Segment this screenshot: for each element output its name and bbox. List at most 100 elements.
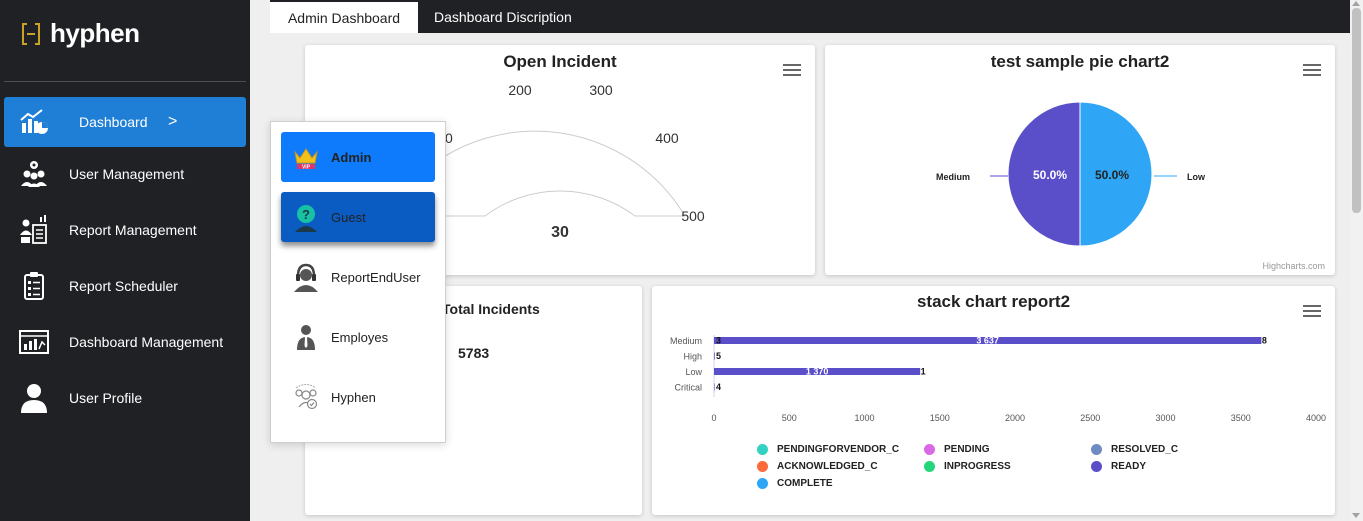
legend-item[interactable]: PENDINGFORVENDOR_C — [757, 444, 899, 455]
sidebar-item-label: User Profile — [69, 390, 143, 406]
dashboard-chart-icon — [20, 109, 48, 134]
x-tick-label: 1500 — [930, 413, 950, 423]
sidebar-item-label: Report Management — [69, 222, 197, 238]
crown-vip-icon: VIP — [294, 148, 318, 171]
legend-label: RESOLVED_C — [1111, 444, 1179, 455]
legend-item[interactable]: COMPLETE — [757, 478, 833, 489]
sidebar-item-label: Dashboard — [79, 114, 148, 130]
report-management-icon — [20, 215, 47, 244]
gauge-tick-label: 400 — [655, 130, 679, 146]
legend-marker — [757, 478, 768, 489]
sidebar-divider — [4, 81, 246, 82]
pie-chart: 50.0% 50.0% Medium Low Highcharts.com — [936, 101, 1325, 271]
sidebar-item-report-scheduler[interactable]: Report Scheduler — [4, 261, 246, 311]
hyphen-users-icon — [295, 384, 318, 410]
gauge-tick-label: 500 — [681, 208, 705, 224]
y-tick-label: High — [683, 352, 702, 362]
legend-marker — [924, 461, 935, 472]
stack-chart-card: stack chart report2 Medium 3 3 637 8 High 5 Lo… — [652, 286, 1335, 515]
x-tick-label: 500 — [782, 413, 797, 423]
pie-slice-name: Medium — [936, 172, 970, 182]
role-menu-item-admin[interactable]: VIP Admin — [281, 132, 435, 182]
legend-item[interactable]: RESOLVED_C — [1091, 444, 1178, 455]
x-tick-label: 3500 — [1231, 413, 1251, 423]
svg-text:?: ? — [302, 207, 310, 222]
legend-label: PENDINGFORVENDOR_C — [777, 444, 900, 455]
x-tick-label: 2500 — [1080, 413, 1100, 423]
gauge-value-label: 30 — [551, 224, 569, 241]
bar-segment — [714, 383, 715, 391]
legend-marker — [924, 444, 935, 455]
hyphen-logo-mark-icon — [22, 22, 40, 45]
clipboard-schedule-icon — [24, 272, 44, 300]
highcharts-credit[interactable]: Highcharts.com — [1262, 261, 1325, 271]
role-menu-label: Guest — [331, 209, 366, 225]
sidebar-item-label: User Management — [69, 166, 185, 182]
y-tick-label: Low — [685, 367, 702, 377]
role-menu-item-guest[interactable]: ? Guest — [281, 192, 435, 242]
bar-data-label: 4 — [716, 382, 721, 392]
sidebar-item-report-management[interactable]: Report Management — [4, 205, 246, 255]
y-tick-label: Medium — [670, 336, 702, 346]
y-tick-label: Critical — [674, 383, 702, 393]
chevron-right-icon: > — [168, 113, 178, 130]
sidebar: hyphen Dashboard > User Management Repor… — [0, 0, 250, 521]
legend-item[interactable]: READY — [1091, 461, 1146, 472]
x-tick-label: 2000 — [1005, 413, 1025, 423]
legend-item[interactable]: ACKNOWLEDGED_C — [757, 461, 878, 472]
x-tick-label: 1000 — [854, 413, 874, 423]
stacked-bar-chart: Medium 3 3 637 8 High 5 Low 1 370 1 Critical 4 0 500… — [670, 335, 1326, 423]
legend-label: PENDING — [944, 444, 990, 455]
tab-bar: Admin Dashboard Dashboard Discription — [270, 0, 1352, 33]
bar-data-label: 3 637 — [976, 336, 999, 346]
scroll-up-arrow-icon[interactable] — [1352, 1, 1360, 6]
sidebar-item-user-management[interactable]: User Management — [4, 149, 246, 199]
role-menu-label: Employes — [331, 329, 389, 345]
legend-marker — [757, 444, 768, 455]
role-menu-item-reportenduser[interactable]: ReportEndUser — [281, 252, 435, 302]
gauge-tick-label: 300 — [589, 82, 613, 98]
bar-data-label: 3 — [716, 336, 721, 346]
legend-marker — [1091, 444, 1102, 455]
role-menu-item-employes[interactable]: Employes — [281, 312, 435, 362]
bar-segment — [714, 352, 715, 360]
bar-data-label: 5 — [716, 351, 721, 361]
hyphen-logo[interactable]: hyphen — [20, 18, 140, 49]
role-dropdown-menu: VIP Admin ? Guest ReportEndUser Employes — [270, 121, 446, 443]
legend-marker — [757, 461, 768, 472]
headset-user-icon — [294, 263, 318, 292]
legend-item[interactable]: PENDING — [924, 444, 990, 455]
sidebar-item-label: Dashboard Management — [69, 334, 224, 350]
vertical-scrollbar[interactable] — [1350, 0, 1363, 521]
legend-marker — [1091, 461, 1102, 472]
guest-question-icon: ? — [295, 205, 317, 232]
bar-data-label: 8 — [1262, 336, 1267, 346]
bar-data-label: 1 — [921, 367, 926, 377]
sidebar-item-user-profile[interactable]: User Profile — [4, 373, 246, 423]
employee-suit-icon — [297, 325, 315, 350]
legend-label: ACKNOWLEDGED_C — [777, 461, 878, 472]
dashboard-board-icon — [19, 330, 49, 354]
sidebar-item-dashboard[interactable]: Dashboard > — [4, 97, 246, 147]
legend-item[interactable]: INPROGRESS — [924, 461, 1011, 472]
pie-slice-name: Low — [1187, 172, 1206, 182]
scroll-down-arrow-icon[interactable] — [1352, 513, 1360, 518]
x-tick-label: 4000 — [1306, 413, 1326, 423]
role-menu-label: Hyphen — [331, 389, 376, 405]
tab-admin-dashboard[interactable]: Admin Dashboard — [270, 0, 418, 33]
tab-dashboard-discription[interactable]: Dashboard Discription — [434, 0, 572, 33]
pie-data-label: 50.0% — [1095, 168, 1129, 182]
x-tick-label: 0 — [711, 413, 716, 423]
user-profile-icon — [21, 384, 47, 413]
role-menu-item-hyphen[interactable]: Hyphen — [281, 372, 435, 422]
legend-label: COMPLETE — [777, 478, 833, 489]
legend-label: INPROGRESS — [944, 461, 1011, 472]
bar-data-label: 1 370 — [806, 367, 829, 377]
pie-chart-card: test sample pie chart2 50.0% 50.0% Mediu… — [825, 45, 1335, 275]
x-tick-label: 3000 — [1155, 413, 1175, 423]
legend-label: READY — [1111, 461, 1147, 472]
sidebar-item-dashboard-management[interactable]: Dashboard Management — [4, 317, 246, 367]
user-gear-icon — [21, 161, 47, 187]
scrollbar-thumb[interactable] — [1352, 8, 1361, 213]
role-menu-label: Admin — [331, 149, 372, 165]
